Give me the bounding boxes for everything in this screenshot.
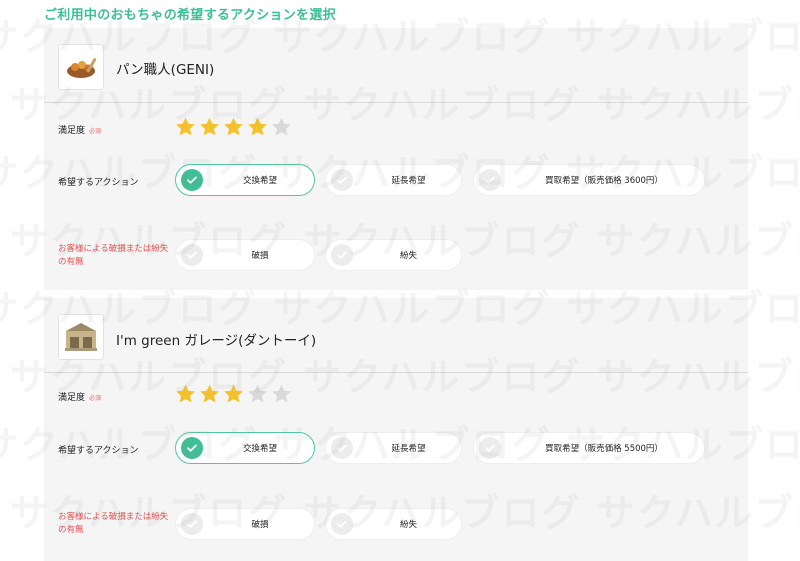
- star-icon[interactable]: [198, 116, 221, 138]
- star-icon[interactable]: [174, 116, 197, 138]
- divider: [44, 102, 748, 103]
- product-name: パン職人(GENI): [116, 62, 215, 78]
- option-label: 交換希望: [242, 176, 277, 186]
- star-icon[interactable]: [222, 116, 245, 138]
- star-icon[interactable]: [270, 116, 293, 138]
- damage-label-line1: お客様による破損または紛失: [58, 244, 169, 254]
- damage-option-lost[interactable]: 紛失: [325, 508, 462, 540]
- action-label: 希望するアクション: [58, 178, 139, 188]
- required-mark: 必須: [89, 395, 102, 402]
- product-name: I'm green ガレージ(ダントーイ): [116, 333, 317, 349]
- action-label: 希望するアクション: [58, 446, 139, 456]
- action-option-purchase[interactable]: 買取希望（販売価格 3600円）: [473, 164, 705, 196]
- star-icon[interactable]: [174, 383, 197, 405]
- star-icon[interactable]: [222, 383, 245, 405]
- option-label: 交換希望: [242, 444, 277, 454]
- satisfaction-label-text: 満足度: [58, 126, 86, 136]
- check-icon: [479, 437, 501, 459]
- damage-option-broken[interactable]: 破損: [175, 508, 315, 540]
- star-icon[interactable]: [198, 383, 221, 405]
- damage-label-line2: の有無: [58, 525, 84, 535]
- satisfaction-label-text: 満足度: [58, 393, 86, 403]
- option-label: 延長希望: [391, 176, 426, 186]
- option-label: 破損: [251, 251, 269, 261]
- divider: [44, 372, 748, 373]
- action-option-extend[interactable]: 延長希望: [325, 432, 462, 464]
- option-label: 買取希望（販売価格 3600円）: [545, 176, 663, 186]
- check-icon: [181, 437, 203, 459]
- star-icon[interactable]: [270, 383, 293, 405]
- section-title: ご利用中のおもちゃの希望するアクションを選択: [44, 8, 336, 23]
- action-option-exchange[interactable]: 交換希望: [175, 432, 315, 464]
- action-option-extend[interactable]: 延長希望: [325, 164, 462, 196]
- damage-label: お客様による破損または紛失 の有無: [58, 242, 172, 269]
- check-icon: [181, 244, 203, 266]
- check-icon: [181, 513, 203, 535]
- rating-stars[interactable]: [174, 116, 293, 138]
- option-label: 延長希望: [391, 444, 426, 454]
- check-icon: [181, 169, 203, 191]
- option-label: 破損: [251, 520, 269, 530]
- required-mark: 必須: [89, 128, 102, 135]
- product-card: パン職人(GENI) 満足度 必須 希望するアクション 交換希望 延長希望 買取希…: [44, 28, 748, 290]
- bread-toy-icon: [58, 44, 104, 90]
- check-icon: [331, 513, 353, 535]
- satisfaction-label: 満足度 必須: [58, 390, 101, 403]
- star-icon[interactable]: [246, 383, 269, 405]
- option-label: 紛失: [399, 520, 417, 530]
- product-card: I'm green ガレージ(ダントーイ) 満足度 必須 希望するアクション 交換…: [44, 298, 748, 561]
- damage-label-line2: の有無: [58, 257, 84, 267]
- rating-stars[interactable]: [174, 383, 293, 405]
- garage-toy-icon: [58, 314, 104, 360]
- option-label: 紛失: [399, 251, 417, 261]
- check-icon: [331, 437, 353, 459]
- action-option-purchase[interactable]: 買取希望（販売価格 5500円）: [473, 432, 705, 464]
- damage-option-broken[interactable]: 破損: [175, 239, 315, 271]
- damage-option-lost[interactable]: 紛失: [325, 239, 462, 271]
- star-icon[interactable]: [246, 116, 269, 138]
- check-icon: [331, 244, 353, 266]
- check-icon: [331, 169, 353, 191]
- satisfaction-label: 満足度 必須: [58, 123, 101, 136]
- damage-label: お客様による破損または紛失 の有無: [58, 511, 168, 537]
- check-icon: [479, 169, 501, 191]
- action-option-exchange[interactable]: 交換希望: [175, 164, 315, 196]
- option-label: 買取希望（販売価格 5500円）: [545, 444, 663, 454]
- damage-label-line1: お客様による破損または紛失: [58, 512, 169, 522]
